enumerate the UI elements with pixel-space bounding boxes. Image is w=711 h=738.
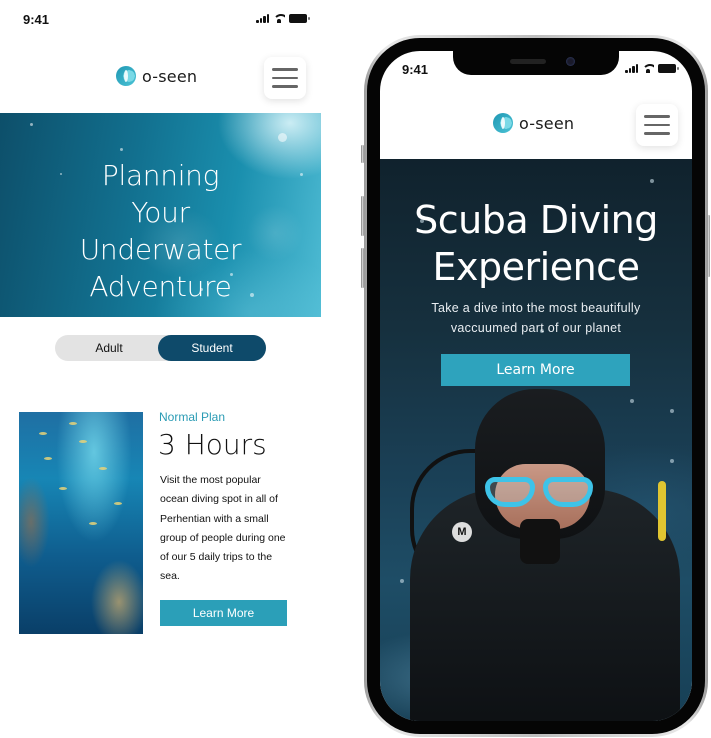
- silent-switch: [361, 145, 364, 163]
- camera-icon: [566, 57, 575, 66]
- wifi-icon: [642, 64, 654, 73]
- left-mobile-screen: 9:41 o-seen Planning Your Underwater Adv…: [0, 0, 321, 738]
- logo-icon: [116, 66, 136, 86]
- logo-icon: [493, 113, 513, 133]
- signal-icon: [625, 64, 638, 73]
- hero-banner: Planning Your Underwater Adventure: [0, 113, 321, 317]
- toggle-adult[interactable]: Adult: [55, 335, 163, 361]
- brand-logo[interactable]: o-seen: [116, 66, 197, 86]
- hamburger-icon: [644, 115, 670, 118]
- volume-down-button: [361, 248, 364, 288]
- phone-screen: 9:41 o-seen Scuba Diving Experience Take…: [380, 51, 692, 721]
- plan-duration: 3 Hours: [158, 428, 267, 461]
- hero-learn-more-button[interactable]: Learn More: [441, 354, 630, 386]
- brand-name: o-seen: [519, 113, 575, 133]
- hero-title: Scuba Diving Experience: [414, 198, 658, 289]
- status-icons: [625, 64, 679, 73]
- status-icons: [256, 14, 310, 23]
- speaker-grille: [510, 59, 546, 64]
- menu-button[interactable]: [636, 104, 678, 146]
- plan-label: Normal Plan: [159, 410, 226, 424]
- plan-learn-more-button[interactable]: Learn More: [160, 600, 287, 626]
- phone-notch: [453, 51, 619, 75]
- menu-button[interactable]: [264, 57, 306, 99]
- diver-photo: M: [380, 389, 692, 721]
- toggle-student[interactable]: Student: [158, 335, 266, 361]
- plan-image: [19, 412, 143, 634]
- hero-subtitle: Take a dive into the most beautifully va…: [431, 301, 641, 335]
- volume-up-button: [361, 196, 364, 236]
- brand-name: o-seen: [142, 66, 198, 86]
- hero-banner: Scuba Diving Experience Take a dive into…: [380, 159, 692, 721]
- status-time: 9:41: [402, 62, 429, 77]
- plan-description: Visit the most popular ocean diving spot…: [160, 474, 286, 583]
- battery-icon: [658, 64, 679, 73]
- regulator: [520, 519, 560, 564]
- hamburger-icon: [272, 68, 298, 71]
- battery-icon: [289, 14, 310, 23]
- power-button: [707, 215, 710, 277]
- hero-title: Planning Your Underwater Adventure: [79, 159, 242, 303]
- yellow-hose: [658, 481, 666, 541]
- audience-toggle[interactable]: Adult Student: [55, 335, 266, 361]
- brand-badge: M: [452, 522, 472, 542]
- wifi-icon: [273, 14, 285, 23]
- status-time: 9:41: [23, 12, 50, 27]
- signal-icon: [256, 14, 269, 23]
- brand-logo[interactable]: o-seen: [493, 113, 574, 133]
- dive-mask-icon: [485, 477, 595, 511]
